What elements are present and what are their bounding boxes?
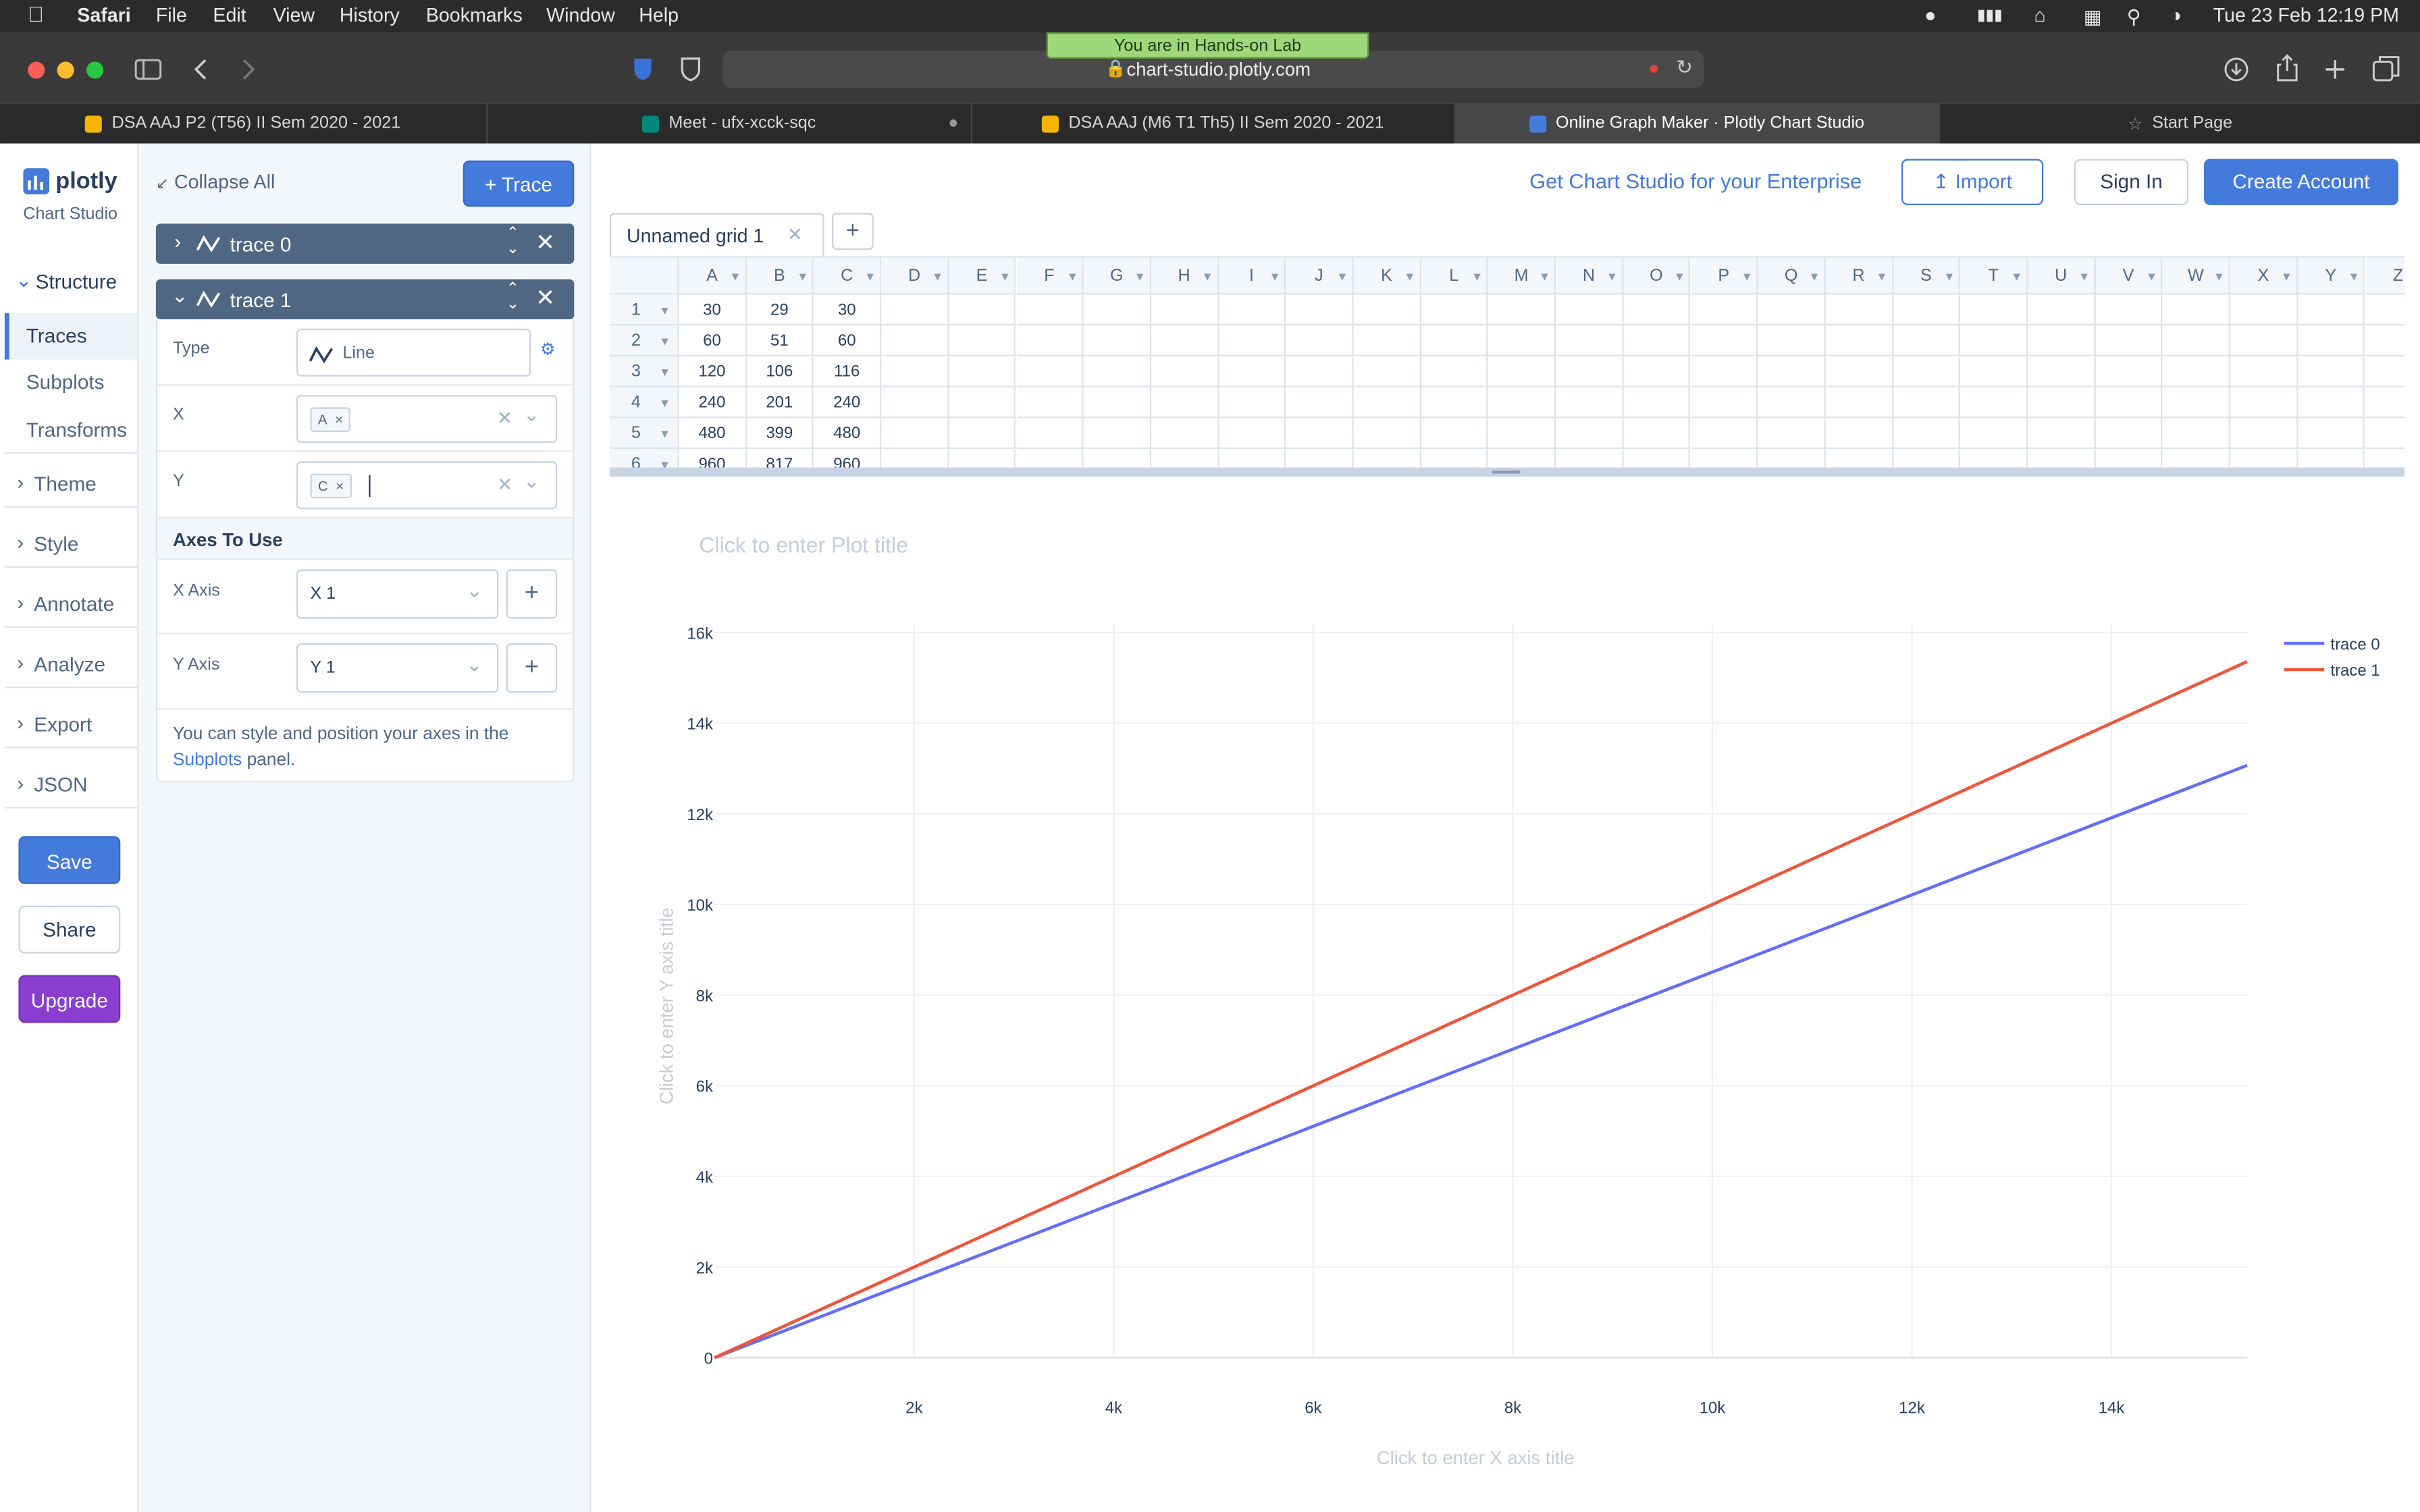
series-line-trace-1: [714, 660, 2248, 1359]
line-chart[interactable]: 0 2k 4k 6k 8k 10k 12k 14k 16k 2k 4k 6k 8k 10k 12k 14k tr…: [0, 0, 2420, 1512]
y-tick-label: 14k: [687, 716, 714, 734]
x-tick-label: 4k: [1105, 1399, 1123, 1418]
x-tick-label: 14k: [2099, 1399, 2126, 1418]
x-tick-label: 12k: [1899, 1399, 1926, 1418]
x-tick-label: 8k: [1504, 1399, 1522, 1418]
y-tick-label: 10k: [687, 896, 714, 915]
legend-label: trace 1: [2330, 662, 2379, 680]
y-tick-label: 0: [704, 1350, 713, 1368]
y-tick-label: 2k: [696, 1259, 714, 1277]
y-tick-label: 16k: [687, 624, 714, 643]
y-tick-label: 8k: [696, 987, 714, 1005]
legend-label: trace 0: [2330, 635, 2379, 653]
y-tick-label: 12k: [687, 806, 714, 824]
x-tick-label: 10k: [1700, 1399, 1727, 1418]
y-tick-label: 6k: [696, 1078, 714, 1096]
y-tick-label: 4k: [696, 1168, 714, 1187]
x-tick-label: 2k: [905, 1399, 923, 1418]
x-tick-label: 6k: [1305, 1399, 1322, 1418]
series-line-trace-0: [714, 763, 2248, 1359]
